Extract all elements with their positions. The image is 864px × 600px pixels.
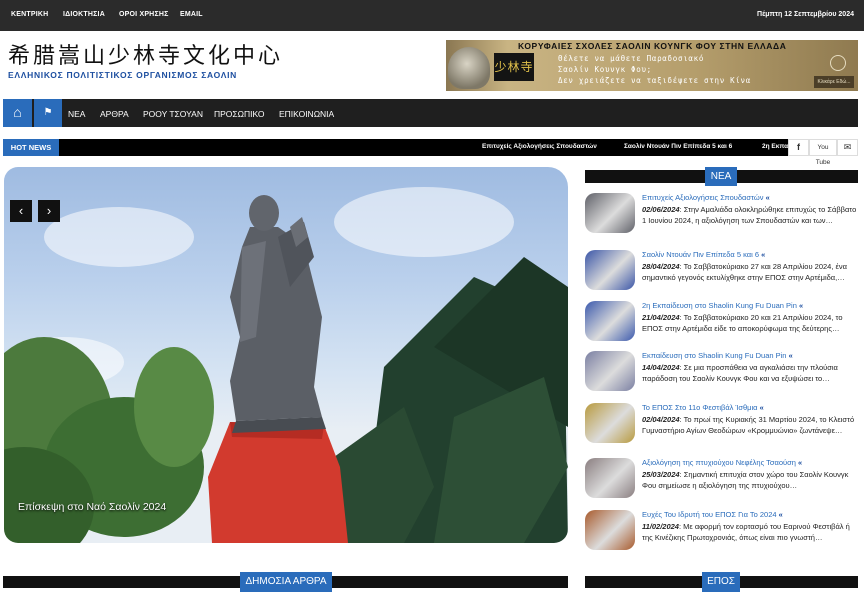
- slider-next-arrow[interactable]: ›: [38, 200, 60, 222]
- news-thumbnail[interactable]: [585, 403, 635, 443]
- facebook-icon[interactable]: f: [788, 139, 809, 156]
- news-item[interactable]: Το ΕΠΟΣ Στο 11ο Φεστιβάλ Ίσθμια « 02/04/2…: [585, 403, 860, 447]
- top-bar: ΚΕΝΤΡΙΚΗ ΙΔΙΟΚΤΗΣΙΑ ΟΡΟΙ ΧΡΗΣΗΣ EMAIL Πέ…: [0, 0, 864, 31]
- epos-label: ΕΠΟΣ: [702, 572, 740, 592]
- news-date: 11/02/2024: [642, 522, 679, 531]
- banner-line-2: Σαολίν Κουνγκ Φου;: [558, 65, 652, 74]
- news-title[interactable]: Σαολίν Ντουάν Πιν Επίπεδα 5 και 6 «: [642, 250, 765, 259]
- news-excerpt: 25/03/2024: Σημαντική επιτυχία στον χώρο…: [642, 470, 849, 490]
- lion-statue-image: [448, 47, 490, 89]
- news-excerpt: 11/02/2024: Με αφορμή τον εορτασμό του Ε…: [642, 522, 850, 542]
- youtube-icon[interactable]: You Tube: [809, 139, 837, 166]
- slider-prev-arrow[interactable]: ‹: [10, 200, 32, 222]
- news-item[interactable]: Επιτυχείς Αξιολογήσεις Σπουδαστών « 02/06…: [585, 193, 860, 237]
- news-date: 02/06/2024: [642, 205, 680, 214]
- news-item[interactable]: Εκπαίδευση στο Shaolin Kung Fu Duan Pin …: [585, 351, 860, 395]
- news-item[interactable]: Ευχές Του Ιδρυτή του ΕΠΟΣ Για Το 2024 « 1…: [585, 510, 860, 554]
- news-thumbnail[interactable]: [585, 510, 635, 550]
- news-title[interactable]: Επιτυχείς Αξιολογήσεις Σπουδαστών «: [642, 193, 770, 202]
- header-banner-ad[interactable]: 少林寺 ΚΟΡΥΦΑΙΕΣ ΣΧΟΛΕΣ ΣΑΟΛΙΝ ΚΟΥΝΓΚ ΦΟΥ Σ…: [446, 40, 858, 91]
- top-link-ownership[interactable]: ΙΔΙΟΚΤΗΣΙΑ: [63, 11, 105, 18]
- nav-item-rou-tsuan[interactable]: ΡΟΟΥ ΤΣΟΥΑΝ: [143, 109, 203, 119]
- news-title[interactable]: Το ΕΠΟΣ Στο 11ο Φεστιβάλ Ίσθμια «: [642, 403, 764, 412]
- nav-item-staff[interactable]: ΠΡΟΣΩΠΙΚΟ: [214, 109, 265, 119]
- news-section-label: ΝΕΑ: [705, 167, 737, 186]
- news-excerpt: 02/06/2024: Στην Αμαλιάδα ολοκληρώθηκε ε…: [642, 205, 857, 225]
- news-item[interactable]: Σαολίν Ντουάν Πιν Επίπεδα 5 και 6 « 28/04…: [585, 250, 860, 294]
- top-link-home[interactable]: ΚΕΝΤΡΙΚΗ: [11, 11, 48, 18]
- news-excerpt: 21/04/2024: Το Σαββατοκύριακο 20 και 21 …: [642, 313, 843, 333]
- news-thumbnail[interactable]: [585, 301, 635, 341]
- email-icon[interactable]: ✉: [837, 139, 858, 156]
- news-date: 25/03/2024: [642, 470, 680, 479]
- news-title[interactable]: 2η Εκπαίδευση στο Shaolin Kung Fu Duan P…: [642, 301, 803, 310]
- news-date: 21/04/2024: [642, 313, 680, 322]
- featured-slider[interactable]: ‹ › Επίσκεψη στο Ναό Σαολίν 2024: [4, 167, 568, 543]
- banner-emblem-icon: [830, 55, 846, 71]
- news-section-header: ΝΕΑ: [585, 167, 858, 186]
- logo-subtitle: ΕΛΛΗΝΙΚΟΣ ΠΟΛΙΤΙΣΤΙΚΟΣ ΟΡΓΑΝΙΣΜΟΣ ΣΑΟΛΙΝ: [8, 70, 237, 80]
- public-articles-label: ΔΗΜΟΣΙΑ ΑΡΘΡΑ: [240, 572, 332, 592]
- ticker-item[interactable]: Σαολίν Ντουάν Πιν Επίπεδα 5 και 6: [624, 143, 732, 150]
- news-thumbnail[interactable]: [585, 250, 635, 290]
- news-title[interactable]: Εκπαίδευση στο Shaolin Kung Fu Duan Pin …: [642, 351, 793, 360]
- ticker-item[interactable]: 2η Εκπα: [762, 143, 788, 150]
- news-excerpt: 28/04/2024: Το Σαββατοκύριακο 27 και 28 …: [642, 262, 847, 282]
- news-item[interactable]: Αξιολόγηση της πτυχιούχου Νεφέλης Τσαούσ…: [585, 458, 860, 502]
- news-title[interactable]: Αξιολόγηση της πτυχιούχου Νεφέλης Τσαούσ…: [642, 458, 802, 467]
- news-excerpt: 02/04/2024: Το πρωί της Κυριακής 31 Μαρτ…: [642, 415, 855, 435]
- banner-seal: 少林寺: [494, 53, 534, 81]
- home-icon[interactable]: ⌂: [3, 99, 32, 127]
- ticker-item[interactable]: Επιτυχείς Αξιολογήσεις Σπουδαστών: [482, 143, 597, 150]
- banner-line-1: Θέλετε να μάθετε Παραδοσιακό: [558, 54, 705, 63]
- public-articles-header: ΔΗΜΟΣΙΑ ΑΡΘΡΑ: [3, 572, 568, 592]
- current-date: Πέμπτη 12 Σεπτεμβρίου 2024: [757, 11, 854, 18]
- site-logo[interactable]: 希腊嵩山少林寺文化中心 ΕΛΛΗΝΙΚΟΣ ΠΟΛΙΤΙΣΤΙΚΟΣ ΟΡΓΑΝ…: [8, 44, 284, 85]
- news-excerpt: 14/04/2024: Σε μια προσπάθεια να αγκαλιά…: [642, 363, 838, 383]
- news-date: 02/04/2024: [642, 415, 680, 424]
- slide-caption[interactable]: Επίσκεψη στο Ναό Σαολίν 2024: [18, 501, 166, 513]
- temple-statue-photo: [4, 195, 568, 543]
- news-thumbnail[interactable]: [585, 351, 635, 391]
- nav-item-articles[interactable]: ΑΡΘΡΑ: [100, 109, 129, 119]
- banner-title: ΚΟΡΥΦΑΙΕΣ ΣΧΟΛΕΣ ΣΑΟΛΙΝ ΚΟΥΝΓΚ ΦΟΥ ΣΤΗΝ …: [518, 41, 787, 51]
- news-date: 14/04/2024: [642, 363, 680, 372]
- epos-header: ΕΠΟΣ: [585, 572, 858, 592]
- banner-line-3: Δεν χρειάζετε να ταξιδέψετε στην Κίνα: [558, 76, 751, 85]
- hot-news-bar: HOT NEWS Επιτυχείς Αξιολογήσεις Σπουδαστ…: [3, 139, 858, 166]
- top-link-email[interactable]: EMAIL: [180, 11, 203, 18]
- hot-news-label: HOT NEWS: [3, 139, 59, 156]
- news-date: 28/04/2024: [642, 262, 680, 271]
- news-thumbnail[interactable]: [585, 193, 635, 233]
- logo-chinese-text: 希腊嵩山少林寺文化中心: [8, 44, 284, 69]
- news-thumbnail[interactable]: [585, 458, 635, 498]
- flag-icon[interactable]: ⚑: [34, 99, 62, 127]
- news-title[interactable]: Ευχές Του Ιδρυτή του ΕΠΟΣ Για Το 2024 «: [642, 510, 783, 519]
- banner-click-button[interactable]: Κλικάρε Εδώ...: [814, 76, 854, 88]
- news-item[interactable]: 2η Εκπαίδευση στο Shaolin Kung Fu Duan P…: [585, 301, 860, 345]
- top-link-terms[interactable]: ΟΡΟΙ ΧΡΗΣΗΣ: [119, 11, 169, 18]
- nav-item-contact[interactable]: ΕΠΙΚΟΙΝΩΝΙΑ: [279, 109, 334, 119]
- main-navigation: ⌂ ⚑ ΝΕΑ ΑΡΘΡΑ ΡΟΟΥ ΤΣΟΥΑΝ ΠΡΟΣΩΠΙΚΟ ΕΠΙΚ…: [3, 99, 858, 127]
- nav-item-news[interactable]: ΝΕΑ: [68, 109, 85, 119]
